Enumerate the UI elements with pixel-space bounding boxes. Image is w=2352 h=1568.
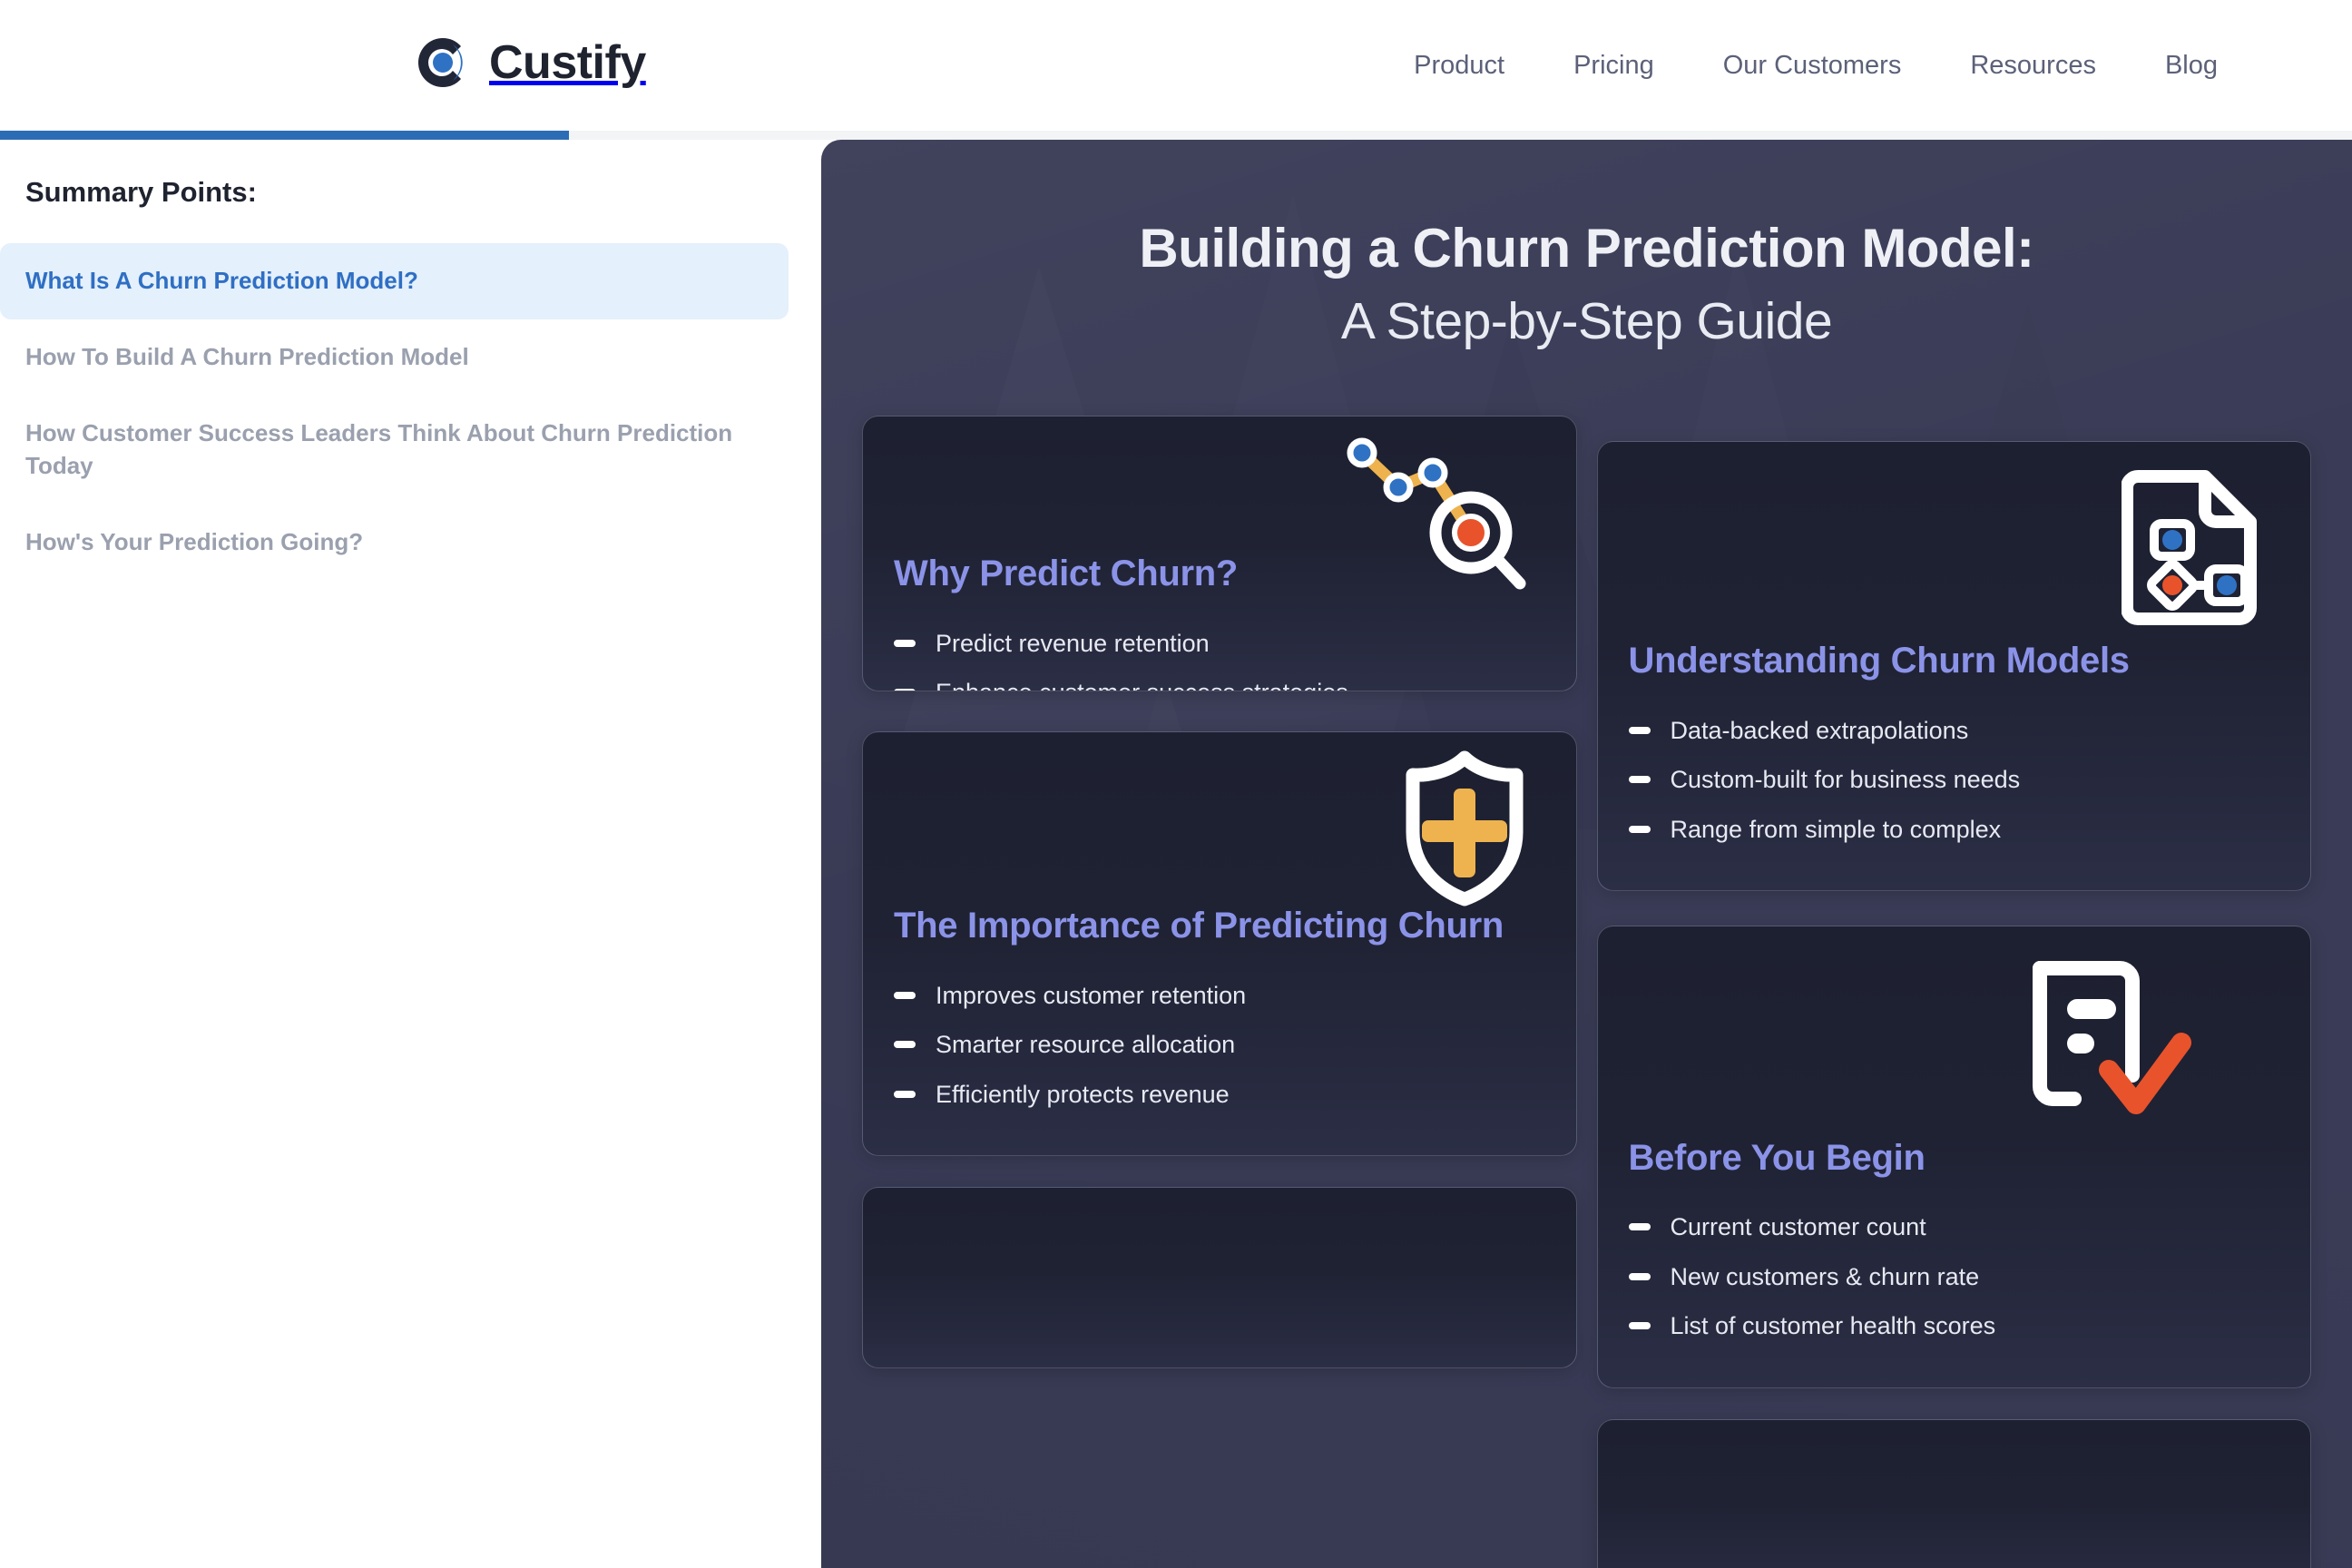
dash-bullet-icon xyxy=(894,991,916,999)
hero-heading-block: Building a Churn Prediction Model: A Ste… xyxy=(821,140,2352,352)
hero-subtitle: A Step-by-Step Guide xyxy=(1340,292,1833,350)
list-item: List of customer health scores xyxy=(1628,1301,2280,1350)
card-before-you-begin[interactable]: Before You Begin Current customer count … xyxy=(1596,926,2311,1388)
card-importance-of-predicting-churn[interactable]: The Importance of Predicting Churn Impro… xyxy=(862,731,1577,1157)
list-item: Improves customer retention xyxy=(894,971,1545,1020)
card-icon-slot xyxy=(1598,442,2311,640)
cards-grid: Why Predict Churn? Predict revenue reten… xyxy=(821,416,2352,1568)
list-item: Efficiently protects revenue xyxy=(894,1070,1545,1119)
dash-bullet-icon xyxy=(1628,1322,1651,1330)
bullet-text: Predict revenue retention xyxy=(936,629,1210,657)
bullet-text: Range from simple to complex xyxy=(1670,815,2002,843)
dash-bullet-icon xyxy=(1628,1272,1651,1280)
dash-bullet-icon xyxy=(894,689,916,691)
bullet-text: Data-backed extrapolations xyxy=(1670,716,1969,744)
card-next-partial[interactable] xyxy=(862,1187,1577,1369)
dash-bullet-icon xyxy=(1628,825,1651,833)
reading-progress-fill xyxy=(0,131,569,140)
bullet-text: Smarter resource allocation xyxy=(936,1031,1236,1059)
card-understanding-churn-models[interactable]: Understanding Churn Models Data-backed e… xyxy=(1596,441,2311,892)
sidebar-item-how-customer-success-leaders-think[interactable]: How Customer Success Leaders Think About… xyxy=(0,396,789,505)
bullet-text: Current customer count xyxy=(1670,1213,1926,1241)
card-icon-slot xyxy=(863,416,1576,590)
sidebar-item-how-to-build-a-churn-prediction-model[interactable]: How To Build A Churn Prediction Model xyxy=(0,319,789,396)
list-item: Current customer count xyxy=(1628,1202,2280,1251)
custify-logo-link[interactable]: Custify xyxy=(413,33,646,93)
dash-bullet-icon xyxy=(894,639,916,647)
list-item: Data-backed extrapolations xyxy=(1628,706,2280,755)
dash-bullet-icon xyxy=(894,1090,916,1098)
top-navigation-bar: Custify Product Pricing Our Customers Re… xyxy=(0,0,2352,131)
infographic-panel: Building a Churn Prediction Model: A Ste… xyxy=(821,140,2352,1568)
checklist-document-icon xyxy=(2020,943,2201,1129)
list-item: Smarter resource allocation xyxy=(894,1020,1545,1069)
hero-title: Building a Churn Prediction Model: xyxy=(1139,218,2034,279)
sidebar-title: Summary Points: xyxy=(25,176,257,208)
cards-column-right: Understanding Churn Models Data-backed e… xyxy=(1596,416,2311,1568)
nav-item-resources[interactable]: Resources xyxy=(1936,51,2131,81)
summary-points-sidebar: Summary Points: What Is A Churn Predicti… xyxy=(0,140,821,1568)
list-item: Predict revenue retention xyxy=(894,619,1545,668)
bullet-text: Efficiently protects revenue xyxy=(936,1080,1230,1108)
bullet-text: New customers & churn rate xyxy=(1670,1262,1980,1290)
card-bullet-list: Improves customer retention Smarter reso… xyxy=(863,971,1576,1119)
dash-bullet-icon xyxy=(894,1041,916,1049)
bullet-text: Custom-built for business needs xyxy=(1670,766,2021,794)
page-root: Custify Product Pricing Our Customers Re… xyxy=(0,0,2352,1568)
nav-item-pricing[interactable]: Pricing xyxy=(1539,51,1689,81)
bullet-text: List of customer health scores xyxy=(1670,1312,1996,1340)
document-flowchart-icon xyxy=(2121,458,2267,631)
reading-progress-track xyxy=(0,131,2352,140)
list-item: Enhance customer success strategies xyxy=(894,668,1545,691)
sidebar-item-what-is-a-churn-prediction-model[interactable]: What Is A Churn Prediction Model? xyxy=(0,243,789,319)
card-why-predict-churn[interactable]: Why Predict Churn? Predict revenue reten… xyxy=(862,416,1577,692)
card-bullet-list: Current customer count New customers & c… xyxy=(1598,1202,2311,1350)
card-bullet-list: Predict revenue retention Enhance custom… xyxy=(863,619,1576,691)
custify-logo-icon xyxy=(413,33,473,93)
nav-item-product[interactable]: Product xyxy=(1379,51,1539,81)
card-title: Before You Begin xyxy=(1628,1138,1926,1179)
shield-plus-icon xyxy=(1396,749,1533,912)
custify-logo-text: Custify xyxy=(489,36,646,89)
card-next-partial[interactable] xyxy=(1596,1418,2311,1568)
list-item: New customers & churn rate xyxy=(1628,1252,2280,1301)
nav-item-our-customers[interactable]: Our Customers xyxy=(1689,51,1936,81)
card-icon-slot xyxy=(1598,926,2311,1137)
card-title: Understanding Churn Models xyxy=(1628,641,2131,681)
cards-column-left: Why Predict Churn? Predict revenue reten… xyxy=(862,416,1577,1568)
dash-bullet-icon xyxy=(1628,726,1651,734)
list-item: Custom-built for business needs xyxy=(1628,755,2280,804)
bullet-text: Improves customer retention xyxy=(936,981,1247,1009)
list-item: Range from simple to complex xyxy=(1628,805,2280,854)
card-icon-slot xyxy=(863,732,1576,906)
bullet-text: Enhance customer success strategies xyxy=(936,676,1348,691)
nav-item-blog[interactable]: Blog xyxy=(2131,51,2252,81)
dash-bullet-icon xyxy=(1628,776,1651,784)
line-chart-magnifier-icon xyxy=(1342,433,1533,601)
card-bullet-list: Data-backed extrapolations Custom-built … xyxy=(1598,706,2311,854)
dash-bullet-icon xyxy=(1628,1223,1651,1231)
main-nav: Product Pricing Our Customers Resources … xyxy=(1379,0,2252,131)
sidebar-item-hows-your-prediction-going[interactable]: How's Your Prediction Going? xyxy=(0,505,789,581)
